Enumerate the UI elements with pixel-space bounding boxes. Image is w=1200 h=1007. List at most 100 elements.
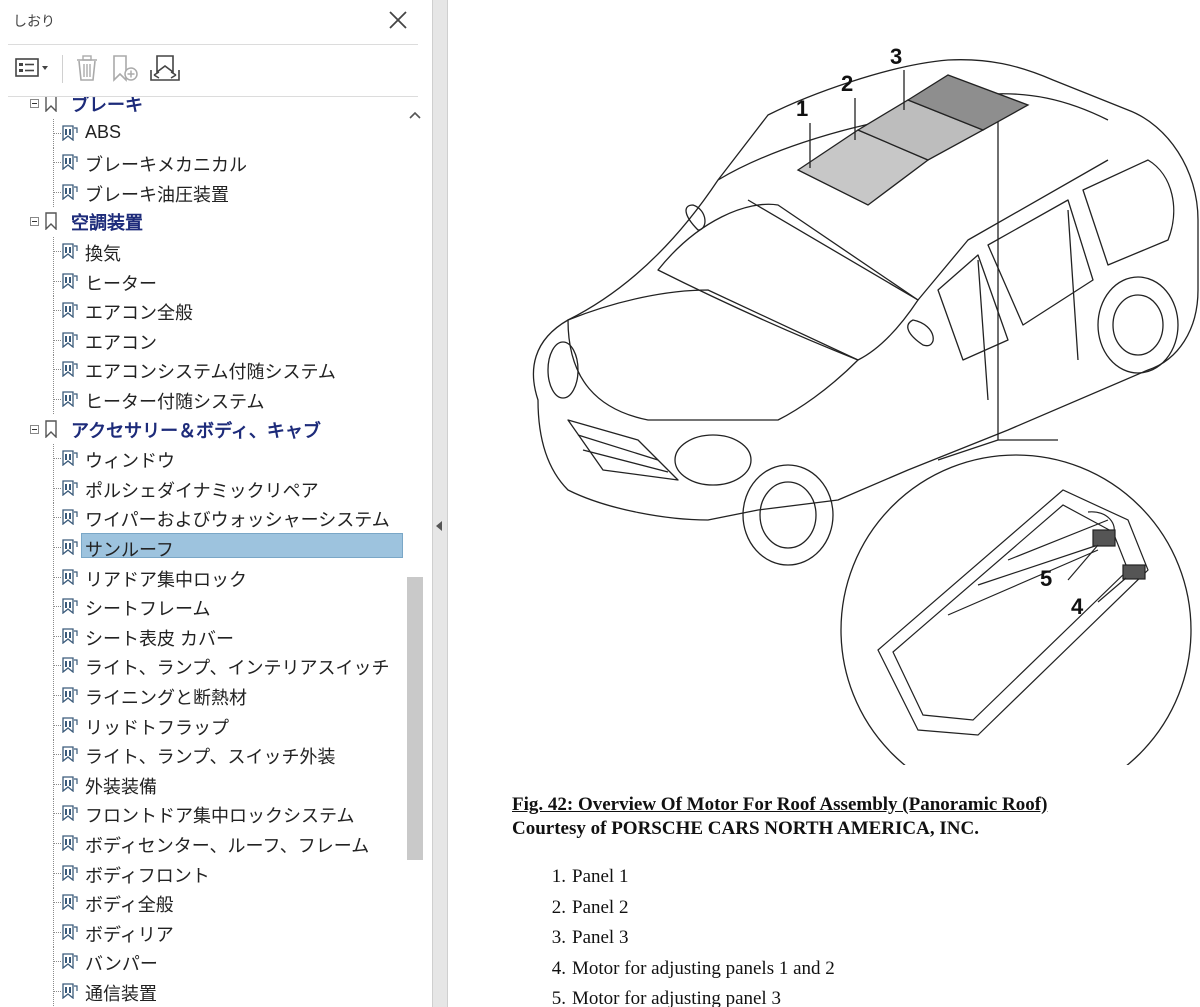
collapse-toggle-icon[interactable] <box>30 424 39 434</box>
pane-title: しおり <box>13 14 55 30</box>
bookmark-icon <box>44 419 58 442</box>
bookmark-item[interactable]: ブレーキ油圧装置 <box>0 177 405 207</box>
bookmark-label: ボディリア <box>85 924 174 945</box>
bookmark-item[interactable]: 換気 <box>0 237 405 266</box>
bookmark-item[interactable]: ボディリア <box>0 917 405 947</box>
bookmark-label: エアコン <box>85 332 157 353</box>
bookmark-label: エアコン全般 <box>85 303 193 324</box>
figure-credit: Courtesy of PORSCHE CARS NORTH AMERICA, … <box>512 818 979 839</box>
expand-bookmark-icon[interactable] <box>148 53 182 83</box>
windshield <box>657 203 919 361</box>
legend-item: 3. Panel 3 <box>551 927 629 948</box>
bookmark-icon <box>60 746 78 763</box>
bookmark-item[interactable]: 通信装置 <box>0 977 405 1006</box>
bookmark-icon <box>60 835 78 852</box>
legend-item: 2. Panel 2 <box>551 896 629 918</box>
headlight <box>674 434 752 486</box>
bookmark-item[interactable]: ワイパーおよびウォッシャーシステム <box>0 503 405 533</box>
close-icon[interactable] <box>386 7 410 33</box>
bookmark-label: ABS <box>85 121 122 142</box>
bookmark-item[interactable]: フロントドア集中ロックシステム <box>0 799 405 829</box>
bookmark-label: ボディフロント <box>85 865 210 886</box>
bookmark-icon <box>60 568 78 585</box>
bookmark-label: エアコンシステム付随システム <box>85 362 336 383</box>
scrollbar-track[interactable] <box>405 97 425 1007</box>
wheel <box>1097 276 1179 374</box>
pane-splitter[interactable] <box>432 0 448 1007</box>
bookmark-group[interactable]: ブレーキ <box>0 97 405 117</box>
bookmark-label: 通信装置 <box>85 984 157 1004</box>
motor-5 <box>1092 529 1116 547</box>
bookmark-item[interactable]: シートフレーム <box>0 592 405 622</box>
collapse-pane-icon[interactable] <box>436 521 442 531</box>
bookmark-icon <box>60 391 78 408</box>
bookmark-group[interactable]: 空調装置 <box>0 207 405 235</box>
trash-icon[interactable] <box>74 53 100 83</box>
bookmark-icon <box>60 480 78 497</box>
collapse-toggle-icon[interactable] <box>30 217 39 227</box>
bookmark-item[interactable]: ボディフロント <box>0 858 405 888</box>
bookmark-group[interactable]: アクセサリー＆ボディ、キャブ <box>0 415 405 443</box>
bookmark-item[interactable]: ヒーター <box>0 266 405 296</box>
legend-item: 1. Panel 1 <box>551 866 629 887</box>
callout-2: 2 <box>841 71 854 96</box>
bookmark-label: ポルシェダイナミックリペア <box>85 480 319 501</box>
bookmark-icon <box>60 628 78 645</box>
wheel <box>742 464 834 566</box>
bookmark-item-selected[interactable]: サンルーフ <box>0 533 405 562</box>
bookmark-group-label: アクセサリー＆ボディ、キャブ <box>71 420 321 441</box>
collapse-toggle-icon[interactable] <box>30 99 39 108</box>
bookmark-item[interactable]: ブレーキメカニカル <box>0 148 405 178</box>
scrollbar-thumb[interactable] <box>407 577 423 860</box>
bookmark-item[interactable]: ボディセンター、ルーフ、フレーム <box>0 829 405 858</box>
new-bookmark-icon[interactable] <box>110 53 140 83</box>
bookmark-label: 外装装備 <box>85 776 157 797</box>
scroll-up-icon[interactable] <box>405 106 425 124</box>
bookmark-icon <box>60 598 78 615</box>
bookmark-group-label: ブレーキ <box>71 97 143 115</box>
detail-inset <box>840 454 1192 765</box>
bookmark-item[interactable]: ライト、ランプ、インテリアスイッチ <box>0 651 405 681</box>
bookmark-icon <box>60 243 78 260</box>
bookmark-item[interactable]: ライニングと断熱材 <box>0 681 405 710</box>
bookmark-item[interactable]: ABS <box>0 118 405 148</box>
bookmark-item[interactable]: エアコン <box>0 325 405 355</box>
bookmark-icon <box>60 272 78 289</box>
bookmark-icon <box>60 509 78 526</box>
bookmark-icon <box>60 953 78 970</box>
legend-item: 5. Motor for adjusting panel 3 <box>551 988 781 1007</box>
pane-header: しおり <box>0 0 418 42</box>
bookmark-label: ブレーキメカニカル <box>85 155 247 176</box>
bookmark-icon <box>44 97 58 116</box>
bookmark-item[interactable]: リアドア集中ロック <box>0 562 405 592</box>
bookmark-icon <box>60 539 78 556</box>
bookmark-item[interactable]: ライト、ランプ、スイッチ外装 <box>0 740 405 770</box>
bookmark-label: ワイパーおよびウォッシャーシステム <box>85 510 390 531</box>
bookmark-item[interactable]: エアコンシステム付随システム <box>0 355 405 385</box>
bookmark-label: ヒーター付随システム <box>85 392 265 412</box>
bookmark-icon <box>60 776 78 793</box>
bookmark-icon <box>60 864 78 881</box>
bookmark-label: シートフレーム <box>85 599 211 620</box>
bookmark-item[interactable]: ヒーター付随システム <box>0 385 405 414</box>
bookmark-item[interactable]: 外装装備 <box>0 769 405 799</box>
bookmark-label: サンルーフ <box>85 540 174 560</box>
bookmarks-toolbar <box>0 45 418 95</box>
legend-item: 4. Motor for adjusting panels 1 and 2 <box>551 957 835 979</box>
bookmark-tree: ブレーキ ABS ブレーキメカニカル ブレーキ油圧装置 空調装置 換気ヒーターエアコン全般… <box>0 97 405 1007</box>
bookmark-item[interactable]: バンパー <box>0 947 405 977</box>
bookmark-label: ライト、ランプ、インテリアスイッチ <box>85 658 390 679</box>
bookmark-item[interactable]: エアコン全般 <box>0 296 405 326</box>
bookmark-label: ブレーキ油圧装置 <box>85 184 229 205</box>
bookmark-item[interactable]: リッドトフラップ <box>0 710 405 740</box>
bookmark-label: ウィンドウ <box>85 451 175 472</box>
bookmark-label: ヒーター <box>85 273 157 294</box>
bookmark-item[interactable]: ボディ全般 <box>0 888 405 918</box>
bookmark-label: ライニングと断熱材 <box>85 688 247 708</box>
bookmark-label: ライト、ランプ、スイッチ外装 <box>85 747 336 768</box>
bookmark-item[interactable]: ポルシェダイナミックリペア <box>0 473 405 503</box>
bookmark-icon <box>60 184 78 201</box>
options-icon[interactable] <box>14 53 52 83</box>
bookmark-item[interactable]: シート表皮 カバー <box>0 621 405 651</box>
bookmark-item[interactable]: ウィンドウ <box>0 444 405 474</box>
